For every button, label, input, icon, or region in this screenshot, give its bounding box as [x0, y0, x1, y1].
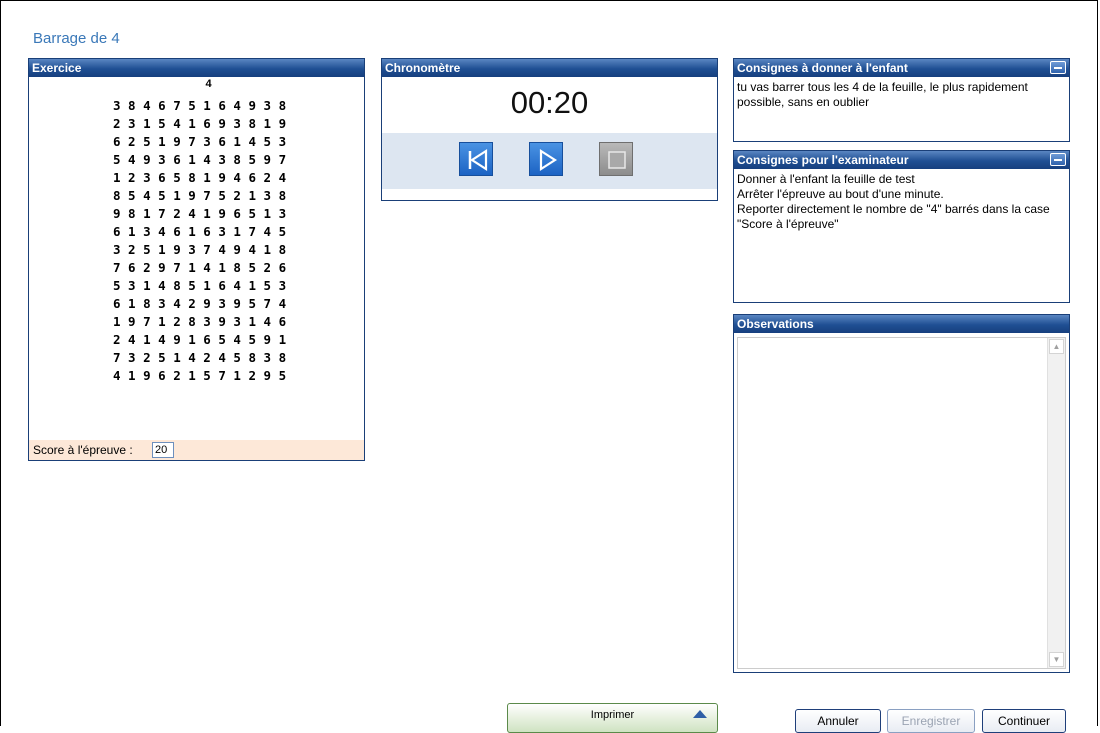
consignes-examinateur-title: Consignes pour l'examinateur: [737, 153, 909, 167]
grid-row[interactable]: 6 1 8 3 4 2 9 3 9 5 7 4: [113, 295, 286, 313]
rewind-icon: [468, 148, 488, 172]
exercice-header: Exercice: [29, 59, 364, 77]
stop-button[interactable]: [599, 142, 633, 176]
grid-row[interactable]: 1 9 7 1 2 8 3 9 3 1 4 6: [113, 313, 286, 331]
observations-header: Observations: [734, 315, 1069, 333]
chrono-controls: [382, 133, 717, 189]
target-digit: 4: [205, 78, 212, 90]
grid-row[interactable]: 4 1 9 6 2 1 5 7 1 2 9 5: [113, 367, 286, 385]
grid-row[interactable]: 8 5 4 5 1 9 7 5 2 1 3 8: [113, 187, 286, 205]
consignes-enfant-title: Consignes à donner à l'enfant: [737, 61, 908, 75]
consignes-enfant-panel: Consignes à donner à l'enfant tu vas bar…: [733, 58, 1070, 142]
grid-row[interactable]: 3 8 4 6 7 5 1 6 4 9 3 8: [113, 97, 286, 115]
grid-row[interactable]: 2 3 1 5 4 1 6 9 3 8 1 9: [113, 115, 286, 133]
grid-row[interactable]: 1 2 3 6 5 8 1 9 4 6 2 4: [113, 169, 286, 187]
scroll-up-icon[interactable]: ▲: [1049, 339, 1064, 354]
print-label: Imprimer: [590, 709, 635, 721]
play-icon: [539, 148, 558, 172]
stop-icon: [608, 151, 626, 169]
grid-row[interactable]: 3 2 5 1 9 3 7 4 9 4 1 8: [113, 241, 286, 259]
chrono-time: 00:20: [510, 85, 589, 120]
play-button[interactable]: [529, 142, 563, 176]
score-label: Score à l'épreuve :: [33, 443, 133, 457]
grid-row[interactable]: 6 1 3 4 6 1 6 3 1 7 4 5: [113, 223, 286, 241]
exercice-panel: Exercice 4 3 8 4 6 7 5 1 6 4 9 3 82 3 1 …: [28, 58, 365, 461]
print-button[interactable]: Imprimer: [507, 703, 718, 733]
consignes-examinateur-header: Consignes pour l'examinateur: [734, 151, 1069, 169]
observations-textarea[interactable]: ▲ ▼: [737, 337, 1066, 669]
grid-row[interactable]: 5 4 9 3 6 1 4 3 8 5 9 7: [113, 151, 286, 169]
digit-grid: 3 8 4 6 7 5 1 6 4 9 3 82 3 1 5 4 1 6 9 3…: [113, 97, 286, 385]
consignes-enfant-header: Consignes à donner à l'enfant: [734, 59, 1069, 77]
grid-row[interactable]: 7 3 2 5 1 4 2 4 5 8 3 8: [113, 349, 286, 367]
scroll-down-icon[interactable]: ▼: [1049, 652, 1064, 667]
chrono-panel: Chronomètre 00:20: [381, 58, 718, 201]
continuer-button[interactable]: Continuer: [982, 709, 1066, 733]
consigne-line: Reporter directement le nombre de "4" ba…: [737, 202, 1050, 231]
rewind-button[interactable]: [459, 142, 493, 176]
chrono-header: Chronomètre: [382, 59, 717, 77]
consigne-line: Donner à l'enfant la feuille de test: [737, 172, 915, 186]
consignes-examinateur-text: Donner à l'enfant la feuille de test Arr…: [734, 169, 1069, 235]
exercice-title: Exercice: [32, 61, 82, 75]
consigne-line: Arrêter l'épreuve au bout d'une minute.: [737, 187, 944, 201]
exercice-body: 4 3 8 4 6 7 5 1 6 4 9 3 82 3 1 5 4 1 6 9…: [29, 77, 364, 423]
observations-title: Observations: [737, 317, 814, 331]
annuler-button[interactable]: Annuler: [795, 709, 881, 733]
collapse-consignes-enfant-button[interactable]: [1050, 61, 1066, 74]
observations-scrollbar[interactable]: ▲ ▼: [1047, 338, 1065, 668]
chevron-up-icon: [693, 710, 707, 718]
observations-panel: Observations ▲ ▼: [733, 314, 1070, 673]
grid-row[interactable]: 2 4 1 4 9 1 6 5 4 5 9 1: [113, 331, 286, 349]
grid-row[interactable]: 7 6 2 9 7 1 4 1 8 5 2 6: [113, 259, 286, 277]
consignes-examinateur-panel: Consignes pour l'examinateur Donner à l'…: [733, 150, 1070, 303]
score-bar: Score à l'épreuve : 20: [29, 440, 364, 460]
grid-row[interactable]: 6 2 5 1 9 7 3 6 1 4 5 3: [113, 133, 286, 151]
grid-row[interactable]: 9 8 1 7 2 4 1 9 6 5 1 3: [113, 205, 286, 223]
page-title: Barrage de 4: [33, 30, 120, 47]
grid-row[interactable]: 5 3 1 4 8 5 1 6 4 1 5 3: [113, 277, 286, 295]
score-input[interactable]: 20: [152, 442, 174, 458]
chrono-title: Chronomètre: [385, 61, 461, 75]
collapse-consignes-examinateur-button[interactable]: [1050, 153, 1066, 166]
consignes-enfant-text: tu vas barrer tous les 4 de la feuille, …: [737, 80, 1028, 109]
enregistrer-button[interactable]: Enregistrer: [887, 709, 975, 733]
